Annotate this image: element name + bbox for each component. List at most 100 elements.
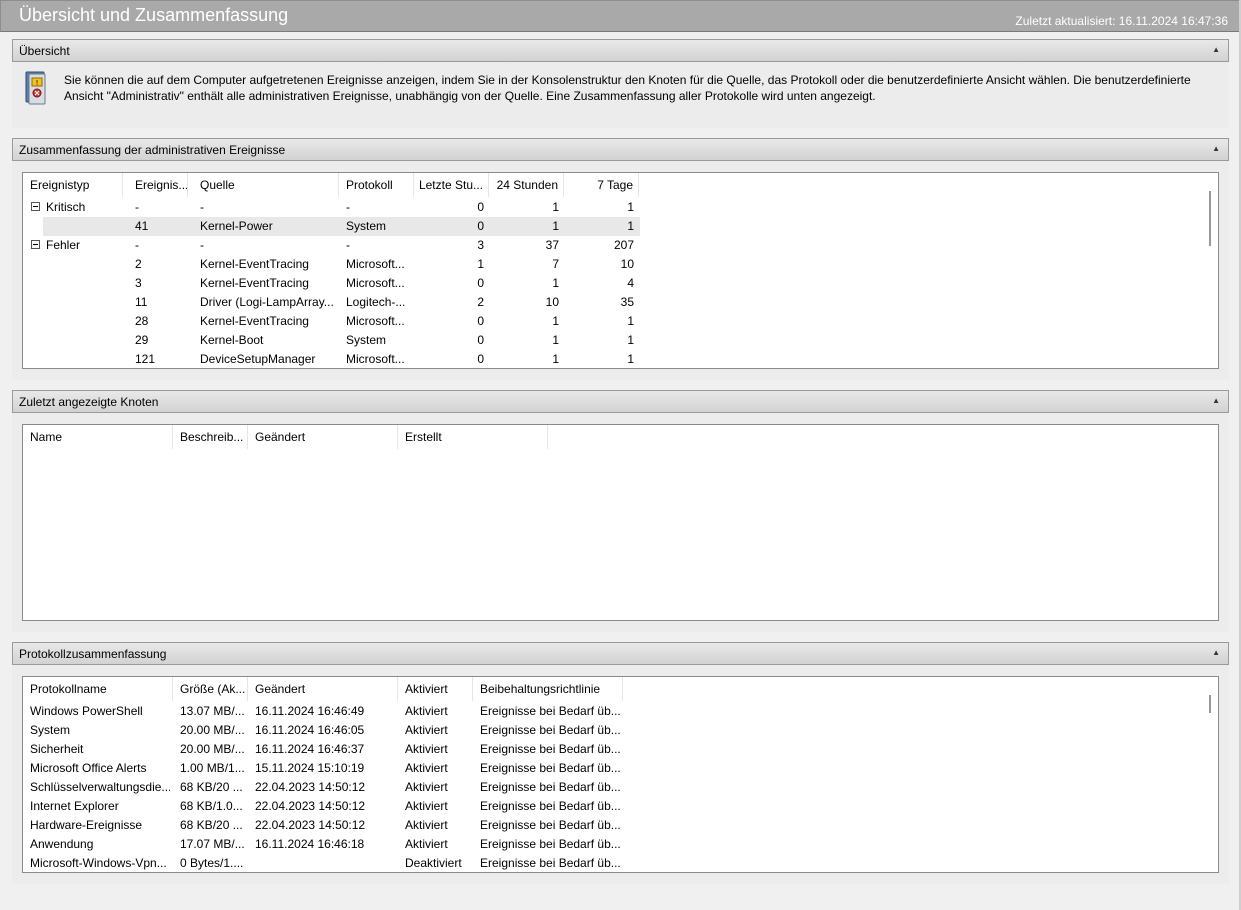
retention-cell: Ereignisse bei Bedarf üb... <box>480 742 621 756</box>
column-header-retention[interactable]: Beibehaltungsrichtlinie <box>473 677 623 701</box>
last-updated-text: Zuletzt aktualisiert: 16.11.2024 16:47:3… <box>1015 14 1228 28</box>
event-id-cell: - <box>135 238 139 252</box>
24-hours-cell: 1 <box>552 219 559 233</box>
source-cell: Driver (Logi-LampArray... <box>200 295 334 309</box>
retention-cell: Ereignisse bei Bedarf üb... <box>480 723 621 737</box>
size-cell: 1.00 MB/1... <box>180 761 245 775</box>
enabled-cell: Aktiviert <box>405 818 448 832</box>
log-name-cell: Internet Explorer <box>30 799 119 813</box>
table-row[interactable]: Internet Explorer 68 KB/1.0... 22.04.202… <box>23 797 1203 816</box>
column-header-log-name[interactable]: Protokollname <box>23 677 173 701</box>
table-row[interactable]: Schlüsselverwaltungsdie... 68 KB/20 ... … <box>23 778 1203 797</box>
table-row[interactable]: Kritisch - - - 0 1 1 <box>23 198 1203 217</box>
table-row[interactable]: 29 Kernel-Boot System 0 1 1 <box>23 331 1203 350</box>
table-row[interactable]: 2 Kernel-EventTracing Microsoft... 1 7 1… <box>23 255 1203 274</box>
log-summary-heading: Protokollzusammenfassung <box>19 647 167 661</box>
table-row[interactable]: Microsoft-Windows-Vpn... 0 Bytes/1.... D… <box>23 854 1203 872</box>
size-cell: 68 KB/1.0... <box>180 799 243 813</box>
admin-summary-section: Zusammenfassung der administrativen Erei… <box>12 138 1229 380</box>
table-row[interactable]: 11 Driver (Logi-LampArray... Logitech-..… <box>23 293 1203 312</box>
24-hours-cell: 10 <box>545 295 559 309</box>
7-days-cell: 35 <box>620 295 634 309</box>
overview-section: Übersicht ▲ ! Sie können die auf dem Com… <box>12 39 1229 128</box>
recent-nodes-body: Name Beschreib... Geändert Erstellt <box>12 413 1229 632</box>
table-row[interactable]: 28 Kernel-EventTracing Microsoft... 0 1 … <box>23 312 1203 331</box>
enabled-cell: Aktiviert <box>405 742 448 756</box>
log-cell: - <box>346 238 350 252</box>
collapse-icon[interactable]: ▲ <box>1212 396 1220 405</box>
log-summary-header[interactable]: Protokollzusammenfassung ▲ <box>12 642 1229 665</box>
event-id-cell: 121 <box>135 352 156 366</box>
log-cell: System <box>346 219 387 233</box>
column-header-description[interactable]: Beschreib... <box>173 425 248 449</box>
enabled-cell: Aktiviert <box>405 837 448 851</box>
table-row[interactable]: System 20.00 MB/... 16.11.2024 16:46:05 … <box>23 721 1203 740</box>
column-header-enabled[interactable]: Aktiviert <box>398 677 473 701</box>
collapse-tree-icon[interactable] <box>31 240 40 249</box>
table-row[interactable]: Hardware-Ereignisse 68 KB/20 ... 22.04.2… <box>23 816 1203 835</box>
table-row[interactable]: Windows PowerShell 13.07 MB/... 16.11.20… <box>23 702 1203 721</box>
column-header-source[interactable]: Quelle <box>193 173 339 197</box>
admin-summary-body: Ereignistyp Ereignis... Quelle Protokoll… <box>12 161 1229 380</box>
enabled-cell: Aktiviert <box>405 723 448 737</box>
recent-nodes-table[interactable]: Name Beschreib... Geändert Erstellt <box>22 424 1219 621</box>
24-hours-cell: 1 <box>552 314 559 328</box>
last-hour-cell: 0 <box>477 200 484 214</box>
24-hours-cell: 1 <box>552 352 559 366</box>
7-days-cell: 1 <box>627 314 634 328</box>
24-hours-cell: 1 <box>552 276 559 290</box>
log-name-cell: Sicherheit <box>30 742 84 756</box>
log-name-cell: Anwendung <box>30 837 94 851</box>
last-hour-cell: 0 <box>477 219 484 233</box>
last-hour-cell: 2 <box>477 295 484 309</box>
retention-cell: Ereignisse bei Bedarf üb... <box>480 837 621 851</box>
column-header-created[interactable]: Erstellt <box>398 425 548 449</box>
table-row[interactable]: Anwendung 17.07 MB/... 16.11.2024 16:46:… <box>23 835 1203 854</box>
size-cell: 0 Bytes/1.... <box>180 856 244 870</box>
collapse-icon[interactable]: ▲ <box>1212 45 1220 54</box>
column-header-modified[interactable]: Geändert <box>248 677 398 701</box>
table-row[interactable]: Microsoft Office Alerts 1.00 MB/1... 15.… <box>23 759 1203 778</box>
vertical-scrollbar[interactable] <box>1209 191 1211 246</box>
modified-cell: 16.11.2024 16:46:37 <box>255 742 365 756</box>
24-hours-cell: 1 <box>552 200 559 214</box>
retention-cell: Ereignisse bei Bedarf üb... <box>480 818 621 832</box>
collapse-icon[interactable]: ▲ <box>1212 144 1220 153</box>
title-bar: Übersicht und Zusammenfassung Zuletzt ak… <box>0 0 1241 32</box>
log-name-cell: Schlüsselverwaltungsdie... <box>30 780 170 794</box>
table-row[interactable]: Sicherheit 20.00 MB/... 16.11.2024 16:46… <box>23 740 1203 759</box>
table-row[interactable]: Fehler - - - 3 37 207 <box>23 236 1203 255</box>
event-id-cell: 2 <box>135 257 142 271</box>
log-cell: Microsoft... <box>346 352 405 366</box>
column-header-last-hour[interactable]: Letzte Stu... <box>414 173 489 197</box>
source-cell: DeviceSetupManager <box>200 352 316 366</box>
column-header-log[interactable]: Protokoll <box>339 173 414 197</box>
overview-header[interactable]: Übersicht ▲ <box>12 39 1229 62</box>
column-header-size[interactable]: Größe (Ak... <box>173 677 248 701</box>
admin-events-table[interactable]: Ereignistyp Ereignis... Quelle Protokoll… <box>22 172 1219 369</box>
log-summary-table[interactable]: Protokollname Größe (Ak... Geändert Akti… <box>22 676 1219 873</box>
size-cell: 17.07 MB/... <box>180 837 245 851</box>
retention-cell: Ereignisse bei Bedarf üb... <box>480 761 621 775</box>
collapse-tree-icon[interactable] <box>31 202 40 211</box>
size-cell: 20.00 MB/... <box>180 742 245 756</box>
column-header-modified[interactable]: Geändert <box>248 425 398 449</box>
event-log-icon: ! <box>25 71 46 105</box>
source-cell: - <box>200 238 204 252</box>
column-header-24-hours[interactable]: 24 Stunden <box>489 173 564 197</box>
collapse-icon[interactable]: ▲ <box>1212 648 1220 657</box>
column-header-event-id[interactable]: Ereignis... <box>128 173 188 197</box>
column-header-event-type[interactable]: Ereignistyp <box>23 173 123 197</box>
table-row[interactable]: 121 DeviceSetupManager Microsoft... 0 1 … <box>23 350 1203 368</box>
7-days-cell: 1 <box>627 333 634 347</box>
admin-summary-header[interactable]: Zusammenfassung der administrativen Erei… <box>12 138 1229 161</box>
recent-nodes-header[interactable]: Zuletzt angezeigte Knoten ▲ <box>12 390 1229 413</box>
column-header-name[interactable]: Name <box>23 425 173 449</box>
modified-cell: 16.11.2024 16:46:18 <box>255 837 365 851</box>
table-row[interactable]: 3 Kernel-EventTracing Microsoft... 0 1 4 <box>23 274 1203 293</box>
modified-cell: 22.04.2023 14:50:12 <box>255 780 366 794</box>
vertical-scrollbar[interactable] <box>1209 695 1211 713</box>
table-row-selected[interactable]: 41 Kernel-Power System 0 1 1 <box>43 217 640 236</box>
column-header-7-days[interactable]: 7 Tage <box>564 173 639 197</box>
event-type-cell: Kritisch <box>46 200 86 214</box>
